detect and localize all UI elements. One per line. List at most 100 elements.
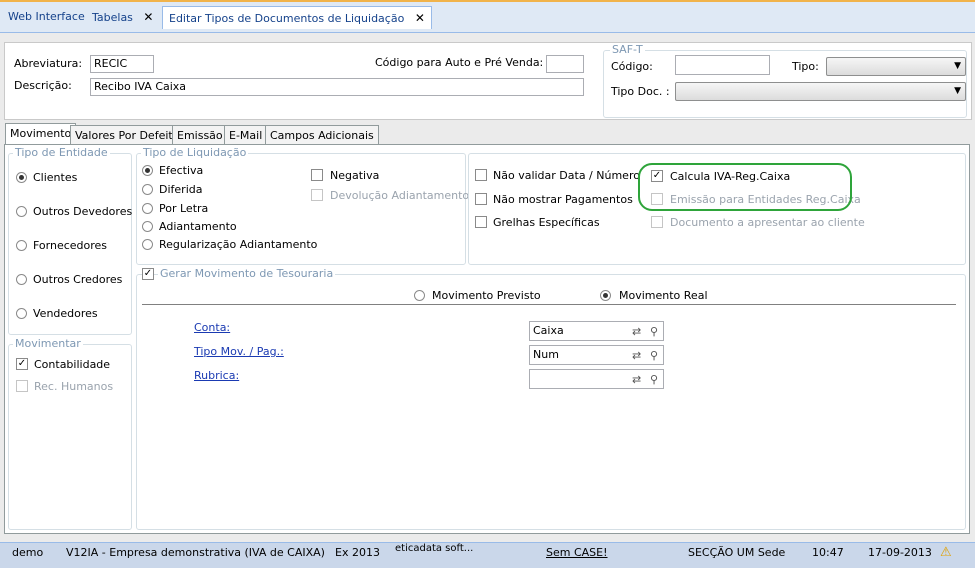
- tab-label: Web Interface: [8, 10, 85, 23]
- radio-por-letra[interactable]: [142, 203, 153, 214]
- status-exercicio: Ex 2013: [335, 546, 380, 559]
- devolucao-checkbox[interactable]: [311, 189, 323, 201]
- nao-mostrar-label: Não mostrar Pagamentos: [493, 193, 633, 206]
- codigo-label: Código:: [611, 60, 653, 73]
- conta-lookup[interactable]: Caixa ⇄ ⚲: [529, 321, 664, 341]
- highlight-ring: [638, 163, 852, 211]
- movimentar-legend: Movimentar: [13, 337, 83, 350]
- tab-tabelas[interactable]: Tabelas ✕: [86, 6, 159, 28]
- radio-outros-devedores[interactable]: [16, 206, 27, 217]
- nao-validar-checkbox[interactable]: [475, 169, 487, 181]
- radio-label: Vendedores: [33, 307, 98, 320]
- close-icon[interactable]: ✕: [415, 11, 425, 25]
- tab-editar-tipos[interactable]: Editar Tipos de Documentos de Liquidação…: [162, 6, 432, 29]
- rubrica-lookup[interactable]: ⇄ ⚲: [529, 369, 664, 389]
- radio-label: Clientes: [33, 171, 78, 184]
- abreviatura-label: Abreviatura:: [14, 57, 83, 70]
- documento-apresentar-label: Documento a apresentar ao cliente: [670, 216, 865, 229]
- radio-efectiva[interactable]: [142, 165, 153, 176]
- descricao-label: Descrição:: [14, 79, 72, 92]
- tipo-mov-lookup[interactable]: Num ⇄ ⚲: [529, 345, 664, 365]
- tipo-mov-value: Num: [533, 348, 559, 361]
- rec-humanos-label: Rec. Humanos: [34, 380, 114, 393]
- radio-label: Efectiva: [159, 164, 204, 177]
- radio-label: Outros Devedores: [33, 205, 133, 218]
- tipo-mov-link[interactable]: Tipo Mov. / Pag.:: [194, 345, 284, 358]
- divider: [142, 304, 956, 305]
- warning-icon[interactable]: ⚠: [940, 545, 952, 560]
- radio-movimento-real[interactable]: [600, 290, 611, 301]
- tab-label: Editar Tipos de Documentos de Liquidação: [169, 12, 405, 25]
- status-seccao: SECÇÃO UM Sede: [688, 546, 786, 559]
- swap-icon[interactable]: ⇄: [632, 347, 641, 365]
- chevron-down-icon: ▼: [954, 86, 961, 96]
- abreviatura-input[interactable]: RECIC: [90, 55, 154, 73]
- saft-legend: SAF-T: [610, 43, 645, 56]
- tab-web-interface[interactable]: Web Interface: [2, 6, 91, 28]
- radio-label: Diferida: [159, 183, 203, 196]
- nao-mostrar-checkbox[interactable]: [475, 193, 487, 205]
- codigo-input[interactable]: [675, 55, 770, 75]
- status-time: 10:47: [812, 546, 844, 559]
- radio-label: Movimento Previsto: [432, 289, 541, 302]
- descricao-input[interactable]: Recibo IVA Caixa: [90, 78, 584, 96]
- swap-icon[interactable]: ⇄: [632, 323, 641, 341]
- contabilidade-checkbox[interactable]: ✓: [16, 358, 28, 370]
- devolucao-label: Devolução Adiantamento: [330, 189, 470, 202]
- radio-clientes[interactable]: [16, 172, 27, 183]
- radio-label: Fornecedores: [33, 239, 108, 252]
- radio-label: Movimento Real: [619, 289, 708, 302]
- status-date: 17-09-2013: [868, 546, 932, 559]
- negativa-checkbox[interactable]: [311, 169, 323, 181]
- tab-movimento[interactable]: Movimento: [5, 123, 77, 145]
- status-empresa: V12IA - Empresa demonstrativa (IVA de CA…: [66, 546, 325, 559]
- chevron-down-icon: ▼: [954, 61, 961, 71]
- tesouraria-legend: Gerar Movimento de Tesouraria: [158, 267, 336, 280]
- radio-label: Regularização Adiantamento: [159, 238, 318, 251]
- radio-diferida[interactable]: [142, 184, 153, 195]
- radio-label: Por Letra: [159, 202, 209, 215]
- status-vendor: eticadata soft...: [395, 543, 474, 554]
- search-icon[interactable]: ⚲: [650, 371, 658, 389]
- radio-vendedores[interactable]: [16, 308, 27, 319]
- tab-valores-defeito[interactable]: Valores Por Defeito: [70, 125, 185, 144]
- radio-outros-credores[interactable]: [16, 274, 27, 285]
- negativa-label: Negativa: [330, 169, 380, 182]
- codigo-auto-input[interactable]: [546, 55, 584, 73]
- codigo-auto-label: Código para Auto e Pré Venda:: [375, 56, 544, 69]
- documento-apresentar-checkbox[interactable]: [651, 216, 663, 228]
- close-icon[interactable]: ✕: [143, 10, 153, 24]
- status-case-link[interactable]: Sem CASE!: [546, 546, 608, 559]
- tipo-liquidacao-legend: Tipo de Liquidação: [141, 146, 249, 159]
- radio-label: Outros Credores: [33, 273, 123, 286]
- radio-label: Adiantamento: [159, 220, 237, 233]
- rec-humanos-checkbox[interactable]: [16, 380, 28, 392]
- contabilidade-label: Contabilidade: [34, 358, 111, 371]
- tipo-doc-label: Tipo Doc. :: [611, 85, 670, 98]
- rubrica-link[interactable]: Rubrica:: [194, 369, 239, 382]
- conta-value: Caixa: [533, 324, 564, 337]
- status-user: demo: [12, 546, 44, 559]
- radio-adiantamento[interactable]: [142, 221, 153, 232]
- tab-campos-adicionais[interactable]: Campos Adicionais: [265, 125, 379, 144]
- tipo-doc-select[interactable]: ▼: [675, 82, 966, 101]
- tipo-label: Tipo:: [792, 60, 819, 73]
- search-icon[interactable]: ⚲: [650, 347, 658, 365]
- nao-validar-label: Não validar Data / Número: [493, 169, 640, 182]
- tab-emissao[interactable]: Emissão: [172, 125, 228, 144]
- movimentar-group: [8, 344, 132, 530]
- gerar-movimento-checkbox[interactable]: ✓: [142, 268, 154, 280]
- document-tab-bar: Web Interface Tabelas ✕ Editar Tipos de …: [0, 0, 975, 32]
- tipo-entidade-legend: Tipo de Entidade: [13, 146, 110, 159]
- radio-movimento-previsto[interactable]: [414, 290, 425, 301]
- grelhas-label: Grelhas Específicas: [493, 216, 600, 229]
- tab-email[interactable]: E-Mail: [224, 125, 268, 144]
- tipo-select[interactable]: ▼: [826, 57, 966, 76]
- tab-label: Tabelas: [92, 11, 133, 24]
- radio-fornecedores[interactable]: [16, 240, 27, 251]
- grelhas-checkbox[interactable]: [475, 216, 487, 228]
- conta-link[interactable]: Conta:: [194, 321, 230, 334]
- radio-regularizacao[interactable]: [142, 239, 153, 250]
- swap-icon[interactable]: ⇄: [632, 371, 641, 389]
- search-icon[interactable]: ⚲: [650, 323, 658, 341]
